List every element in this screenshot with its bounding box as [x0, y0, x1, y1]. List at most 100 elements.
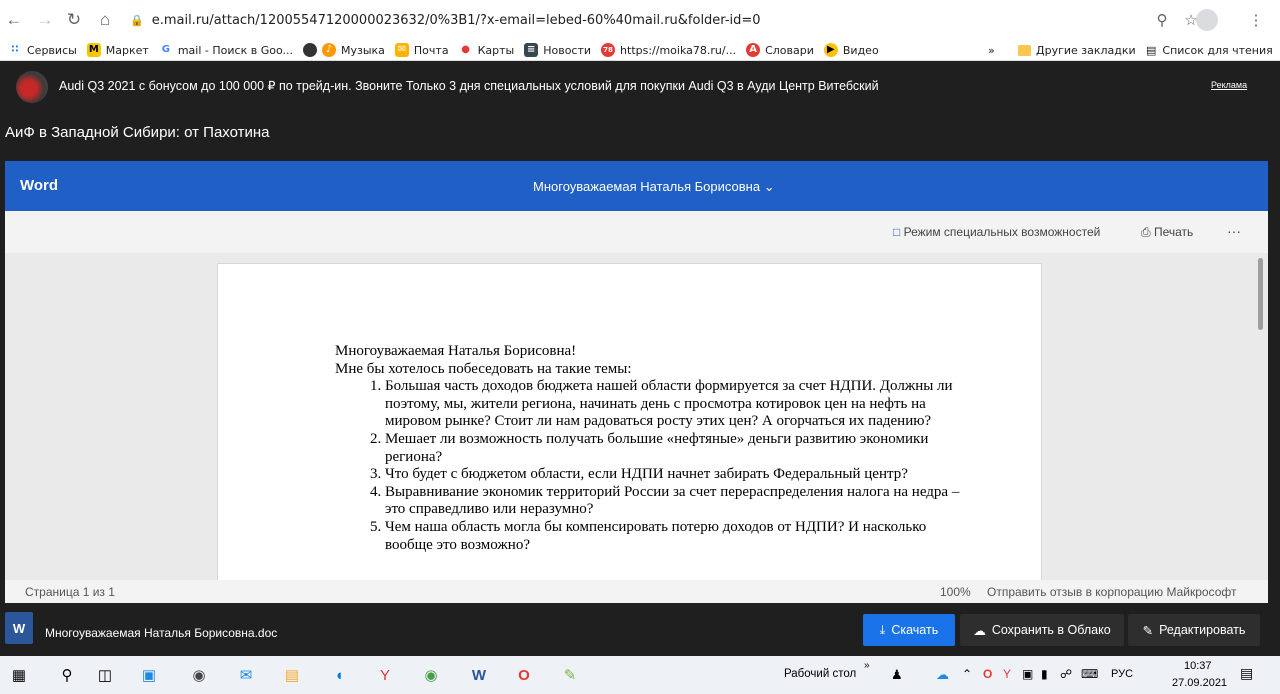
list-item: Мешает ли возможность получать большие «…	[385, 431, 975, 466]
menu-icon[interactable]: ⋮	[1244, 8, 1268, 32]
network-icon[interactable]: ☍	[1060, 667, 1072, 681]
download-button[interactable]: ⤓ Скачать	[863, 614, 955, 646]
address-bar[interactable]: 🔒 e.mail.ru/attach/12005547120000023632/…	[130, 6, 1150, 34]
list-item: Что будет с бюджетом области, если НДПИ …	[385, 466, 975, 484]
chrome-icon[interactable]: ◉	[417, 661, 445, 689]
accessibility-icon: □	[893, 225, 901, 239]
vk-icon	[302, 43, 317, 57]
cortana-icon[interactable]: ◉	[185, 661, 213, 689]
bookmark-maps[interactable]: ● Карты	[458, 43, 514, 57]
battery-icon[interactable]: ▮	[1041, 667, 1048, 681]
market-icon: M	[86, 43, 101, 57]
edit-button[interactable]: ✎ Редактировать	[1128, 614, 1260, 646]
paint-icon[interactable]: ✎	[556, 661, 584, 689]
bookmark-mail[interactable]: ✉ Почта	[394, 43, 449, 57]
news-icon: ≡	[524, 43, 539, 57]
people-icon[interactable]: ♟	[891, 667, 903, 683]
list-item: Большая часть доходов бюджета нашей обла…	[385, 378, 975, 431]
apps-icon: ∷	[8, 43, 22, 57]
bookmark-dictionaries[interactable]: A Словари	[746, 43, 814, 57]
list-item: Чем наша область могла бы компенсировать…	[385, 519, 975, 554]
topics-list: Большая часть доходов бюджета нашей обла…	[335, 378, 975, 554]
document-body: Многоуважаемая Наталья Борисовна! Мне бы…	[335, 343, 975, 554]
bookmark-google-search[interactable]: Gmail - Поиск в Goo...	[158, 43, 293, 57]
list-item: Выравнивание экономик территорий России …	[385, 484, 975, 519]
bookmark-market[interactable]: M Маркет	[86, 43, 149, 57]
intro: Мне бы хотелось побеседовать на такие те…	[335, 360, 632, 377]
document-title[interactable]: Многоуважаемая Наталья Борисовна ⌄	[533, 179, 775, 195]
word-brand: Word	[20, 177, 59, 194]
notifications-icon[interactable]: ▤	[1240, 665, 1253, 682]
vertical-scrollbar[interactable]	[1258, 258, 1263, 330]
dictionary-icon: A	[746, 43, 761, 57]
email-subject: АиФ в Западной Сибири: от Пахотина	[5, 124, 270, 141]
zoom-icon[interactable]: ⚲	[1150, 8, 1174, 32]
opera-tray-icon[interactable]: O	[983, 667, 992, 681]
yandex-tray-icon[interactable]: Y	[1003, 667, 1011, 681]
mail-app-icon[interactable]: ✉	[232, 661, 260, 689]
page-indicator: Страница 1 из 1	[25, 585, 115, 599]
clock-time[interactable]: 10:37	[1184, 660, 1212, 672]
ad-label[interactable]: Реклама	[1211, 80, 1247, 90]
status-bar: Страница 1 из 1 100% Отправить отзыв в к…	[5, 580, 1268, 603]
back-icon[interactable]: ←	[2, 8, 26, 32]
edit-icon: ✎	[1142, 623, 1154, 638]
download-icon: ⤓	[879, 622, 886, 637]
profile-avatar[interactable]	[1196, 9, 1218, 31]
accessibility-mode-button[interactable]: □ Режим специальных возможностей	[893, 225, 1100, 239]
windows-start-icon[interactable]: ▦	[5, 661, 33, 689]
mail-icon: ✉	[394, 43, 409, 57]
tray-app-icon[interactable]: ▣	[1022, 667, 1033, 681]
edge-icon[interactable]: ◖	[325, 661, 353, 689]
search-icon[interactable]: ⚲	[53, 661, 81, 689]
zoom-level[interactable]: 100%	[940, 585, 971, 599]
document-viewer[interactable]: Многоуважаемая Наталья Борисовна! Мне бы…	[5, 253, 1268, 580]
ad-banner[interactable]: Audi Q3 2021 с бонусом до 100 000 ₽ по т…	[0, 67, 1280, 107]
video-play-icon: ▶	[823, 43, 838, 57]
home-icon[interactable]: ⌂	[93, 8, 117, 32]
task-view-icon[interactable]: ◫	[91, 661, 119, 689]
yandex-browser-icon[interactable]: Y	[371, 661, 399, 689]
clock-date[interactable]: 27.09.2021	[1172, 677, 1227, 689]
print-button[interactable]: ⎙ Печать	[1141, 225, 1193, 240]
other-bookmarks[interactable]: Другие закладки	[1018, 40, 1136, 60]
opera-icon[interactable]: O	[510, 661, 538, 689]
document-page: Многоуважаемая Наталья Борисовна! Мне бы…	[217, 263, 1042, 580]
map-pin-icon: ●	[458, 43, 473, 57]
car-thumbnail	[16, 71, 48, 103]
lock-icon: 🔒	[130, 13, 144, 27]
url-text: e.mail.ru/attach/12005547120000023632/0%…	[151, 12, 761, 28]
command-bar: □ Режим специальных возможностей ⎙ Печат…	[5, 211, 1268, 253]
bookmarks-bar: ∷ Сервисы M Маркет Gmail - Поиск в Goo... …	[0, 40, 1280, 61]
greeting: Многоуважаемая Наталья Борисовна!	[335, 343, 577, 359]
language-indicator[interactable]: РУС	[1111, 668, 1133, 680]
save-to-cloud-button[interactable]: ☁ Сохранить в Облако	[960, 614, 1124, 646]
bookmark-moika78[interactable]: 78 https://moika78.ru/...	[601, 43, 736, 57]
more-options-button[interactable]: ···	[1227, 223, 1241, 239]
bookmark-music[interactable]: ♪ Музыка	[302, 43, 385, 57]
word-app-icon[interactable]: W	[465, 661, 493, 689]
bookmark-news[interactable]: ≡ Новости	[524, 43, 591, 57]
forward-icon[interactable]: →	[33, 8, 57, 32]
ad-text: Audi Q3 2021 с бонусом до 100 000 ₽ по т…	[59, 79, 879, 93]
bookmark-services[interactable]: ∷ Сервисы	[8, 43, 77, 57]
cloud-icon: ☁	[973, 623, 986, 638]
toolbar-expand-icon[interactable]: »	[864, 660, 870, 671]
bookmark-video[interactable]: ▶ Видео	[823, 43, 879, 57]
desktop-label[interactable]: Рабочий стол	[784, 668, 856, 680]
app-icon[interactable]: ▣	[135, 661, 163, 689]
file-explorer-icon[interactable]: ▤	[278, 661, 306, 689]
show-hidden-icons-icon[interactable]: ⌃	[962, 667, 972, 681]
music-icon: ♪	[321, 43, 336, 57]
chevron-down-icon: ⌄	[763, 179, 775, 194]
onedrive-icon[interactable]: ☁	[936, 667, 949, 683]
reload-icon[interactable]: ↻	[62, 8, 86, 32]
word-file-icon: W	[5, 612, 33, 644]
feedback-link[interactable]: Отправить отзыв в корпорацию Майкрософт	[987, 585, 1236, 599]
bookmarks-more[interactable]: »	[988, 40, 995, 60]
reading-list[interactable]: ▤ Список для чтения	[1146, 40, 1273, 60]
reading-list-icon: ▤	[1146, 43, 1157, 57]
browser-toolbar: ← → ↻ ⌂ 🔒 e.mail.ru/attach/1200554712000…	[0, 0, 1280, 40]
keyboard-icon[interactable]: ⌨	[1081, 667, 1098, 681]
printer-icon: ⎙	[1141, 225, 1151, 239]
